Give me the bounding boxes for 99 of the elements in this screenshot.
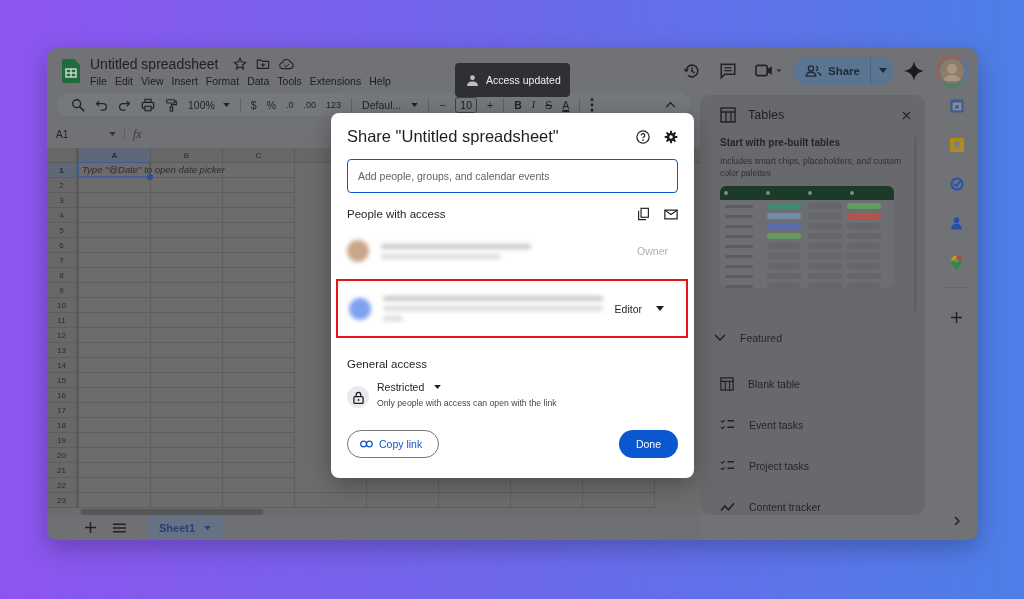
print-icon[interactable] xyxy=(141,97,155,112)
cell-grid[interactable] xyxy=(295,478,655,508)
folder-icon[interactable] xyxy=(256,57,271,71)
padlock-icon xyxy=(352,390,364,404)
caret-icon xyxy=(204,525,212,530)
collapse-icon[interactable] xyxy=(665,101,676,108)
undo-icon[interactable] xyxy=(95,98,108,111)
close-icon[interactable] xyxy=(902,110,911,120)
checklist-icon xyxy=(720,459,735,472)
person-silhouette-icon xyxy=(940,58,964,83)
chevron-right-icon[interactable] xyxy=(953,516,960,526)
bold-button[interactable]: B xyxy=(514,98,522,111)
cell-hint-text: Type "@Date" to open date picker xyxy=(82,164,225,175)
email-icon[interactable] xyxy=(664,208,678,220)
redo-icon[interactable] xyxy=(118,98,131,111)
more-icon[interactable] xyxy=(590,97,595,112)
caret-icon xyxy=(878,68,887,73)
role-dropdown[interactable]: Editor xyxy=(614,302,664,315)
trend-line-icon xyxy=(720,501,735,512)
comment-icon[interactable] xyxy=(719,61,738,80)
text-color-button[interactable]: A xyxy=(562,98,570,111)
checklist-icon xyxy=(720,418,735,431)
menu-item[interactable]: Tools xyxy=(273,75,306,87)
cell-grid[interactable]: Type "@Date" to open date picker xyxy=(79,163,295,508)
row-header[interactable]: 1 xyxy=(47,163,79,178)
account-avatar[interactable] xyxy=(936,54,968,87)
italic-button[interactable]: I xyxy=(531,99,536,110)
access-description: Only people with access can open with the link xyxy=(377,398,557,408)
menu-item[interactable]: View xyxy=(137,75,168,87)
done-button[interactable]: Done xyxy=(618,430,678,458)
menu-item[interactable]: Format xyxy=(201,75,244,87)
cloud-icon[interactable] xyxy=(279,58,295,70)
role-label: Owner xyxy=(637,245,668,257)
formula-label: fx xyxy=(133,126,142,142)
people-icon xyxy=(805,63,823,78)
menu-icon[interactable] xyxy=(113,522,126,533)
caret-icon xyxy=(411,102,419,107)
percent-button[interactable]: % xyxy=(266,98,277,111)
menu-item[interactable]: Data xyxy=(243,75,274,87)
menu-item[interactable]: File xyxy=(86,75,111,87)
template-item[interactable]: Blank table xyxy=(748,377,800,390)
spreadsheet-logo[interactable] xyxy=(62,58,80,83)
settings-icon[interactable] xyxy=(664,129,678,144)
help-icon[interactable] xyxy=(636,129,650,144)
access-dropdown[interactable]: Restricted xyxy=(377,381,442,393)
row-header[interactable]: 14 xyxy=(47,358,79,373)
share-options-button[interactable] xyxy=(870,56,894,85)
panel-heading: Start with pre-built tables xyxy=(720,137,841,148)
caret-icon xyxy=(434,385,442,389)
map-pin-icon[interactable] xyxy=(951,255,962,270)
currency-button[interactable]: $ xyxy=(250,98,257,111)
scrollbar-thumb[interactable] xyxy=(81,509,263,515)
history-icon[interactable] xyxy=(683,61,702,80)
decrease-font-size-button[interactable]: − xyxy=(439,98,446,111)
row-header[interactable]: 12 xyxy=(47,328,79,343)
table-icon xyxy=(720,376,734,391)
star-icon[interactable] xyxy=(233,57,248,71)
row-header[interactable]: 22 xyxy=(47,478,79,493)
menu-item[interactable]: Insert xyxy=(167,75,202,87)
caret-icon xyxy=(109,132,116,136)
increase-decimals-button[interactable]: .00 xyxy=(303,99,317,110)
add-icon[interactable] xyxy=(951,312,962,323)
number-format-button[interactable]: 123 xyxy=(326,99,342,110)
dialog-title: Share "Untitled spreadsheet" xyxy=(347,127,559,146)
table-icon xyxy=(720,107,736,123)
calendar-icon[interactable] xyxy=(949,99,964,113)
search-icon[interactable] xyxy=(71,97,85,112)
column-header[interactable]: A xyxy=(79,148,151,162)
decrease-decimals-button[interactable]: .0 xyxy=(286,99,294,110)
sparkle-icon[interactable] xyxy=(904,60,924,81)
person-icon xyxy=(467,74,478,86)
paint-format-icon[interactable] xyxy=(165,97,178,112)
share-button[interactable]: Share xyxy=(793,56,870,85)
featured-section-toggle[interactable]: Featured xyxy=(714,332,783,344)
table-preview-drawing[interactable] xyxy=(720,186,894,288)
template-item[interactable]: Project tasks xyxy=(749,459,810,472)
menu-item[interactable]: Edit xyxy=(110,75,137,87)
template-item[interactable]: Event tasks xyxy=(749,418,804,431)
panel-title: Tables xyxy=(748,108,785,122)
chevron-icon xyxy=(714,334,726,342)
increase-font-size-button[interactable]: + xyxy=(487,98,494,111)
strikethrough-button[interactable]: S xyxy=(545,98,553,111)
copy-icon[interactable] xyxy=(637,207,650,221)
add-sheet-icon[interactable] xyxy=(85,522,96,533)
menu-item[interactable]: Extensions xyxy=(305,75,366,87)
caret-icon xyxy=(656,306,664,311)
font-dropdown[interactable]: Defaul... xyxy=(362,98,419,111)
name-box[interactable]: A1 xyxy=(56,128,125,140)
link-icon xyxy=(360,440,373,448)
caret-icon xyxy=(222,102,230,107)
document-title[interactable]: Untitled spreadsheet xyxy=(90,56,219,72)
section-title: General access xyxy=(347,358,428,370)
sheet-tab[interactable]: Sheet1 xyxy=(147,515,224,540)
add-people-field[interactable]: Add people, groups, and calendar events xyxy=(347,159,678,193)
menu-item[interactable]: Help xyxy=(365,75,395,87)
zoom-dropdown[interactable]: 100% xyxy=(188,98,230,111)
toast-message: Access updated xyxy=(486,74,561,86)
section-title: People with access xyxy=(347,208,446,220)
template-item[interactable]: Content tracker xyxy=(749,500,821,513)
